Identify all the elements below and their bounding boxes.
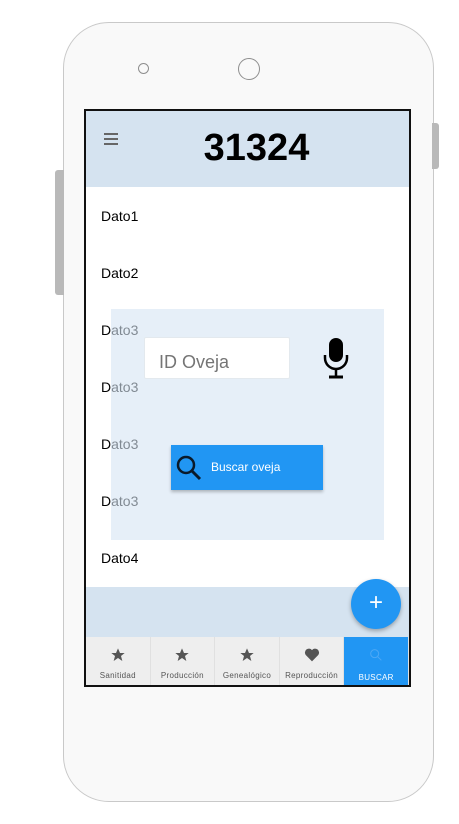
camera-icon <box>238 58 260 80</box>
tab-reproduccion[interactable]: Reproducción <box>280 637 345 685</box>
sensor-icon <box>138 63 149 74</box>
list-item: Dato4 <box>101 550 139 566</box>
power-button <box>432 123 439 169</box>
app-header: 31324 <box>86 111 409 187</box>
list-item: Dato2 <box>101 265 139 281</box>
sheep-id-input[interactable] <box>144 337 290 379</box>
tab-genealogico[interactable]: Genealógico <box>215 637 280 685</box>
tab-label: Sanitidad <box>99 671 136 680</box>
app-screen: 31324 Dato1 Dato2 Dato3 Dato3 Dato3 Dato… <box>84 109 411 687</box>
tab-sanitidad[interactable]: Sanitidad <box>86 637 151 685</box>
star-icon <box>175 648 190 661</box>
tab-label: BUSCAR <box>358 673 394 682</box>
tab-label: Producción <box>160 671 204 680</box>
heart-icon <box>304 648 319 662</box>
search-dialog: Buscar oveja <box>111 309 384 540</box>
volume-button <box>55 170 64 295</box>
star-icon <box>111 648 125 661</box>
search-button-label: Buscar oveja <box>211 460 281 474</box>
bottom-tab-bar: Sanitidad Producción Genealógico Reprodu… <box>86 637 409 685</box>
list-item: Dato1 <box>101 208 139 224</box>
add-button[interactable]: + <box>351 579 401 629</box>
tab-label: Reproducción <box>285 671 339 680</box>
tab-produccion[interactable]: Producción <box>151 637 216 685</box>
tab-buscar[interactable]: BUSCAR <box>344 637 409 685</box>
search-icon <box>176 455 202 481</box>
page-title: 31324 <box>203 127 310 169</box>
search-sheep-button[interactable]: Buscar oveja <box>171 445 323 490</box>
search-icon <box>370 649 382 661</box>
tab-label: Genealógico <box>222 671 272 680</box>
star-icon <box>240 648 254 661</box>
microphone-icon[interactable] <box>321 336 351 382</box>
